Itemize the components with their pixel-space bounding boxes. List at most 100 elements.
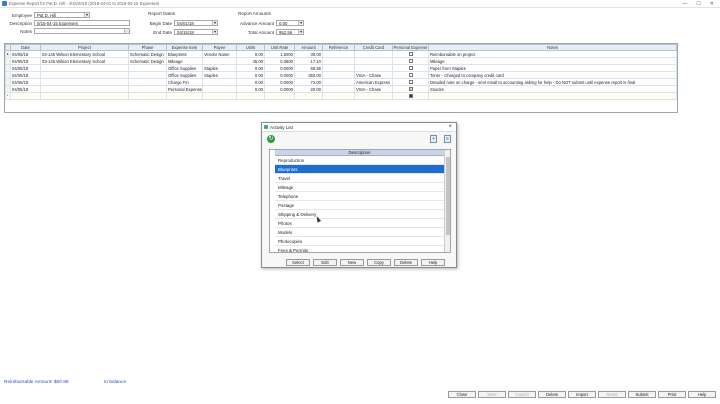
close-button[interactable]: Close <box>448 391 476 398</box>
activity-list[interactable]: Description Reproduction Blueprints Travel… <box>269 149 451 253</box>
cell-card[interactable]: VISA - Chase <box>354 71 393 79</box>
cell-phase[interactable] <box>128 71 167 79</box>
document-icon[interactable]: ≡ <box>444 135 451 143</box>
cell-rate[interactable]: 0.0000 <box>264 85 295 93</box>
cell-units[interactable]: 45.00 <box>236 57 265 65</box>
cell-project[interactable] <box>40 64 129 72</box>
table-row[interactable]: 04/05/18 Personal Expense 0.00 0.0000 20.00 V… <box>5 85 677 93</box>
cell-item[interactable]: Personal Expense <box>166 85 203 93</box>
cell-personal[interactable] <box>392 50 429 58</box>
list-item[interactable]: Telephone <box>275 192 444 201</box>
cell-card[interactable] <box>354 64 393 72</box>
cell-payee[interactable] <box>202 78 237 86</box>
help-button[interactable]: Help <box>688 391 716 398</box>
cell-notes[interactable] <box>428 92 677 100</box>
cell-project[interactable] <box>40 92 129 100</box>
cell-rate[interactable]: 0.0000 <box>264 78 295 86</box>
cell-card[interactable] <box>354 57 393 65</box>
cell-card[interactable]: American Express <box>354 78 393 86</box>
personal-expense-checkbox[interactable] <box>408 59 413 64</box>
cell-units[interactable]: 0.00 <box>236 71 265 79</box>
cell-date[interactable] <box>10 92 41 100</box>
import-button[interactable]: Import <box>568 391 596 398</box>
personal-expense-checkbox[interactable] <box>408 94 413 99</box>
list-item[interactable]: Photocopies <box>275 237 444 246</box>
cell-phase[interactable] <box>128 92 167 100</box>
cell-units[interactable]: 0.00 <box>236 78 265 86</box>
cell-rate[interactable]: 0.0000 <box>264 64 295 72</box>
cell-amount[interactable]: 58.56 <box>294 64 323 72</box>
personal-expense-checkbox[interactable] <box>408 66 413 71</box>
cell-payee[interactable]: Vendor Name <box>202 50 237 58</box>
cell-payee[interactable]: Staples <box>202 64 237 72</box>
cell-project[interactable] <box>40 78 129 86</box>
cell-project[interactable] <box>40 71 129 79</box>
cell-personal[interactable] <box>392 71 429 79</box>
cell-units[interactable] <box>236 92 265 100</box>
list-item[interactable]: Reproduction <box>275 156 444 165</box>
cell-date[interactable]: 04/05/18 <box>10 64 41 72</box>
cell-phase[interactable]: Schematic Design <box>128 57 167 65</box>
cell-amount[interactable]: 20.00 <box>294 85 323 93</box>
cell-units[interactable]: 0.00 <box>236 64 265 72</box>
cell-rate[interactable] <box>264 92 295 100</box>
cell-reference[interactable] <box>322 92 355 100</box>
list-item[interactable]: Fees & Permits <box>275 246 444 252</box>
list-item[interactable]: Shipping & Delivery <box>275 210 444 219</box>
cell-notes[interactable]: Mileage <box>428 57 677 65</box>
cell-payee[interactable] <box>202 85 237 93</box>
description-field[interactable]: 0/15-04-15 Expenses <box>34 20 130 26</box>
cell-date[interactable]: 04/05/18 <box>10 78 41 86</box>
begin-date-picker[interactable]: 04/01/18 ▼ <box>174 20 218 26</box>
cell-card[interactable] <box>354 50 393 58</box>
copy-button[interactable]: Copy <box>367 259 391 266</box>
cell-card[interactable] <box>354 92 393 100</box>
reset-button[interactable]: Reset <box>598 391 626 398</box>
help-button[interactable]: Help <box>421 259 445 266</box>
cell-personal[interactable] <box>392 92 429 100</box>
close-icon[interactable]: × <box>448 124 452 130</box>
cell-project[interactable]: 03-145 Wilson Elementary School <box>40 57 129 65</box>
cell-units[interactable]: 0.00 <box>236 85 265 93</box>
cell-item[interactable]: Charge Fin <box>166 78 203 86</box>
cell-personal[interactable] <box>392 85 429 93</box>
cell-reference[interactable] <box>322 50 355 58</box>
cell-phase[interactable] <box>128 64 167 72</box>
list-item[interactable]: Photos <box>275 219 444 228</box>
edit-button[interactable]: Edit <box>313 259 337 266</box>
cell-notes[interactable]: Paper from Staples <box>428 64 677 72</box>
submit-button[interactable]: Submit <box>628 391 656 398</box>
cell-amount[interactable]: 17.10 <box>294 57 323 65</box>
list-item[interactable]: Travel <box>275 174 444 183</box>
cell-card[interactable]: VISA - Chase <box>354 85 393 93</box>
cell-phase[interactable] <box>128 78 167 86</box>
cell-notes[interactable]: Reimbursable on project <box>428 50 677 58</box>
delete-button[interactable]: Delete <box>538 391 566 398</box>
cell-reference[interactable] <box>322 64 355 72</box>
table-row[interactable]: 04/05/18 Office Supplies Staples 0.00 0.0000… <box>5 71 677 79</box>
cell-amount[interactable]: 72.00 <box>294 78 323 86</box>
cell-personal[interactable] <box>392 57 429 65</box>
personal-expense-checkbox[interactable] <box>408 52 413 57</box>
table-row[interactable]: 04/05/18 Office Supplies Staples 0.00 0.0000… <box>5 64 677 72</box>
end-date-picker[interactable]: 04/15/18 ▼ <box>174 29 218 35</box>
refresh-icon[interactable]: ↻ <box>267 135 275 143</box>
personal-expense-checkbox[interactable] <box>408 73 413 78</box>
cell-date[interactable]: 04/05/18 <box>10 71 41 79</box>
cell-notes[interactable]: Snacks <box>428 85 677 93</box>
select-button[interactable]: Select <box>286 259 310 266</box>
cell-rate[interactable]: 1.5000 <box>264 50 295 58</box>
cell-item[interactable]: Blueprints <box>166 50 203 58</box>
maximize-button[interactable]: ☐ <box>696 0 700 8</box>
cell-payee[interactable] <box>202 57 237 65</box>
new-button[interactable]: New <box>340 259 364 266</box>
cell-date[interactable]: 04/05/18 <box>10 85 41 93</box>
cell-amount[interactable]: 30.00 <box>294 50 323 58</box>
cell-item[interactable] <box>166 92 203 100</box>
cell-rate[interactable]: 0.0000 <box>264 71 295 79</box>
cell-date[interactable]: 04/05/18 <box>10 50 41 58</box>
cell-project[interactable]: 03-145 Wilson Elementary School <box>40 50 129 58</box>
print-button[interactable]: Print <box>658 391 686 398</box>
cell-phase[interactable] <box>128 85 167 93</box>
cell-item[interactable]: Office Supplies <box>166 64 203 72</box>
